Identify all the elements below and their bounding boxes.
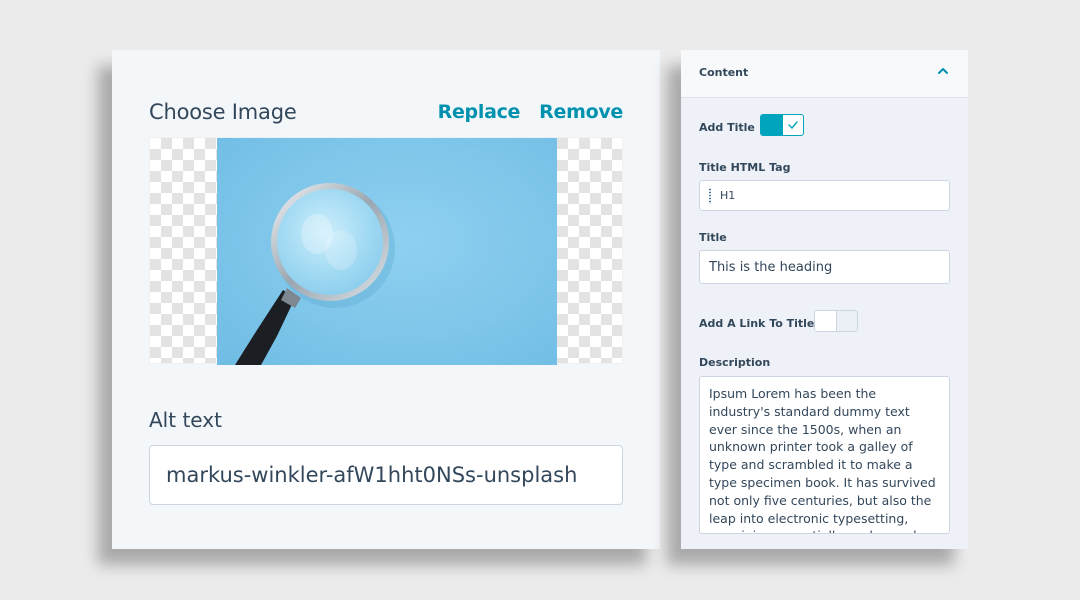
- image-preview[interactable]: [149, 137, 623, 365]
- add-title-label: Add Title: [699, 121, 755, 134]
- content-section-title: Content: [699, 66, 749, 79]
- chevron-up-icon[interactable]: [936, 64, 950, 78]
- image-actions: Replace Remove: [438, 101, 624, 123]
- magnifier-illustration: [235, 183, 395, 365]
- title-html-tag-select[interactable]: H1: [699, 180, 950, 211]
- description-value: Ipsum Lorem has been the industry's stan…: [709, 386, 936, 533]
- title-input[interactable]: This is the heading: [699, 250, 950, 284]
- toggle-knob: [815, 311, 837, 331]
- alt-text-label: Alt text: [149, 408, 222, 432]
- image-header: Choose Image Replace Remove: [149, 100, 623, 126]
- remove-button[interactable]: Remove: [539, 101, 623, 123]
- drag-handle-icon: [708, 187, 712, 204]
- content-section-header[interactable]: Content: [681, 50, 968, 98]
- add-link-toggle[interactable]: [814, 310, 858, 332]
- add-title-toggle[interactable]: [760, 114, 804, 136]
- title-html-tag-value: H1: [720, 189, 736, 202]
- title-input-value: This is the heading: [709, 259, 833, 275]
- check-icon: [783, 115, 803, 135]
- alt-text-input[interactable]: markus-winkler-afW1hht0NSs-unsplash: [149, 445, 623, 505]
- description-label: Description: [699, 356, 771, 369]
- content-settings-panel: Content Add Title Title HTML Tag H1 Titl…: [681, 50, 968, 549]
- replace-button[interactable]: Replace: [438, 101, 521, 123]
- description-textarea[interactable]: Ipsum Lorem has been the industry's stan…: [699, 376, 950, 534]
- title-html-tag-label: Title HTML Tag: [699, 161, 791, 174]
- add-link-label: Add A Link To Title: [699, 317, 815, 330]
- choose-image-title: Choose Image: [149, 100, 297, 124]
- title-label: Title: [699, 231, 727, 244]
- image-module-card: Choose Image Replace Remove Alt text mar…: [112, 50, 660, 549]
- alt-text-value: markus-winkler-afW1hht0NSs-unsplash: [166, 463, 578, 487]
- toggle-knob: [761, 115, 783, 135]
- magnifying-glass-photo: [217, 138, 557, 365]
